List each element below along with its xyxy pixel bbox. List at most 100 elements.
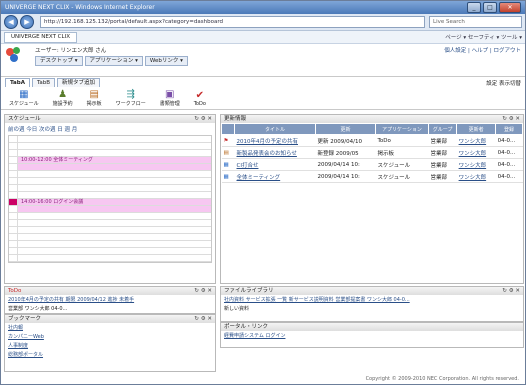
schedule-event[interactable]: 10:00-12:00 全体ミーティング <box>18 157 211 163</box>
app-label: ワークフロー <box>115 101 146 107</box>
app-label: ToDo <box>193 100 206 107</box>
menu-weblinks[interactable]: Webリンク ▾ <box>144 56 188 66</box>
calendar-icon: ▦ <box>221 158 235 171</box>
todo-panel: ToDo ↻ ⚙ ✕ 2010年4月の予定の共有 期限 2009/04/12 進捗… <box>4 286 216 314</box>
row-title-link[interactable]: CI打合せ <box>237 163 259 169</box>
user-link[interactable]: ワンシ大郎 <box>459 175 487 181</box>
browser-tab[interactable]: UNIVERGE NEXT CLIX <box>4 31 77 43</box>
bookmark-link[interactable]: 社内報 <box>5 323 215 332</box>
table-cell: 04-0... <box>495 170 523 183</box>
panel-tools[interactable]: ↻ ⚙ ✕ <box>502 115 523 123</box>
app-label: スケジュール <box>9 101 39 107</box>
tab-settings[interactable]: 設定 表示切替 <box>486 79 521 87</box>
todo-meta: 営業部 ワンシ大郎 04-0... <box>8 306 68 312</box>
table-row[interactable]: ▦ CI打合せ 2009/04/14 10: スケジュール 営業部 ワンシ大郎 … <box>221 158 523 171</box>
filelib-sub: 新しい資料 <box>224 306 250 312</box>
table-row[interactable]: ⚑ 2010年4月の予定の共有 更新 2009/04/10 ToDo 営業部 ワ… <box>221 134 523 147</box>
table-cell: 営業部 <box>428 146 457 159</box>
app-board[interactable]: ▤ 掲示板 <box>87 89 102 107</box>
column-header: グループ <box>428 123 458 135</box>
bookmark-link[interactable]: カンパニーWeb <box>5 332 215 341</box>
todo-icon: ✔ <box>195 89 204 101</box>
panel-tools[interactable]: ↻ ⚙ ✕ <box>194 287 215 295</box>
table-cell: 営業部 <box>428 158 457 171</box>
favorites-bar: UNIVERGE NEXT CLIX ページ ▾ セーフティ ▾ ツール ▾ <box>1 31 525 44</box>
tab-add[interactable]: 新規タブ追加 <box>57 78 101 87</box>
todo-item[interactable]: 2010年4月の予定の共有 期限 2009/04/12 進捗 未着手 <box>5 295 215 304</box>
address-bar-row: ◀ ▶ http://192.168.125.132/portal/defaul… <box>1 14 525 31</box>
app-todo[interactable]: ✔ ToDo <box>194 90 206 107</box>
column-header: 更新者 <box>456 123 497 135</box>
bookmark-link[interactable]: 総務部ポータル <box>5 350 215 359</box>
people-icon: ♟ <box>58 89 68 100</box>
table-cell: 営業部 <box>428 170 457 183</box>
column-header: タイトル <box>233 123 317 135</box>
minimize-button[interactable]: _ <box>467 2 481 13</box>
search-input[interactable]: Live Search <box>429 16 522 28</box>
user-link[interactable]: ワンシ大郎 <box>459 151 487 157</box>
forward-icon[interactable]: ▶ <box>20 15 34 29</box>
table-cell: ToDo <box>375 134 429 147</box>
user-link[interactable]: ワンシ大郎 <box>459 163 487 169</box>
column-header: アプリケーション <box>374 123 430 135</box>
folder-icon: ▣ <box>164 89 175 100</box>
table-row[interactable]: ▤ 新製品発表会のお知らせ 新登録 2009/05 掲示板 営業部 ワンシ大郎 … <box>221 146 523 159</box>
portal-links-panel: ポータル・リンク 経費申請システム ログイン <box>220 322 524 348</box>
top-links[interactable]: 個人設定 | ヘルプ | ログアウト <box>444 46 521 54</box>
board-icon: ▤ <box>221 146 235 159</box>
browser-tools[interactable]: ページ ▾ セーフティ ▾ ツール ▾ <box>445 33 522 41</box>
tab-a[interactable]: TabA <box>5 78 30 87</box>
schedule-event[interactable]: 14:00-16:00 ログイン会議 <box>18 199 211 205</box>
panel-tools[interactable]: ↻ ⚙ ✕ <box>194 115 215 123</box>
portal-links-title: ポータル・リンク <box>224 324 269 330</box>
tab-row: TabA TabB 新規タブ追加 設定 表示切替 <box>1 77 525 87</box>
schedule-title: スケジュール <box>8 116 41 122</box>
tab-b[interactable]: TabB <box>31 78 56 87</box>
panel-tools[interactable]: ↻ ⚙ ✕ <box>194 315 215 323</box>
app-icon-bar: ▦ スケジュール ♟ 施設予約 ▤ 掲示板 ⇶ ワークフロー ▣ 書類管理 ✔ … <box>1 87 525 110</box>
table-cell: スケジュール <box>375 170 429 183</box>
bookmark-link[interactable]: 人事制度 <box>5 341 215 350</box>
app-facility[interactable]: ♟ 施設予約 <box>53 89 73 107</box>
filelib-item[interactable]: 社内資料 サービス拡張 一覧 新サービス説明資料 営業部提案書 ワンシ大郎 04… <box>221 295 523 304</box>
title-bar: UNIVERGE NEXT CLIX - Windows Internet Ex… <box>1 1 525 14</box>
row-title-link[interactable]: 全体ミーティング <box>237 175 281 181</box>
maximize-button[interactable]: □ <box>483 2 497 13</box>
table-cell: 04-0... <box>495 146 523 159</box>
panel-tools[interactable]: ↻ ⚙ ✕ <box>502 287 523 295</box>
schedule-panel: スケジュール ↻ ⚙ ✕ 前の週 今日 次の週 日 週 月 10:00-12:00… <box>4 114 216 284</box>
table-cell: 営業部 <box>428 134 457 147</box>
close-button[interactable]: ✕ <box>499 2 521 13</box>
menu-applications[interactable]: アプリケーション ▾ <box>84 56 143 66</box>
menu-desktop[interactable]: デスクトップ ▾ <box>35 56 83 66</box>
table-row[interactable]: ▦ 全体ミーティング 2009/04/14 10: スケジュール 営業部 ワンシ… <box>221 170 523 183</box>
table-cell: 2009/04/14 10: <box>315 170 376 183</box>
app-docs[interactable]: ▣ 書類管理 <box>160 89 180 107</box>
back-icon[interactable]: ◀ <box>4 15 18 29</box>
logo <box>5 46 27 64</box>
portal-link[interactable]: 経費申請システム ログイン <box>221 331 523 340</box>
calendar-icon: ▦ <box>19 89 29 100</box>
browser-window: UNIVERGE NEXT CLIX - Windows Internet Ex… <box>0 0 526 385</box>
updates-table: タイトル 更新 アプリケーション グループ 更新者 登録 ⚑ 2010年4月の予… <box>221 123 523 183</box>
user-link[interactable]: ワンシ大郎 <box>459 139 487 145</box>
window-title: UNIVERGE NEXT CLIX - Windows Internet Ex… <box>5 4 155 11</box>
app-schedule[interactable]: ▦ スケジュール <box>9 89 39 107</box>
table-cell: 04-0... <box>495 158 523 171</box>
row-title-link[interactable]: 新製品発表会のお知らせ <box>237 151 297 157</box>
row-title-link[interactable]: 2010年4月の予定の共有 <box>237 139 299 145</box>
flag-icon: ⚑ <box>221 134 235 147</box>
user-name: ユーザー: リンエン大郎 さん <box>35 48 107 54</box>
app-workflow[interactable]: ⇶ ワークフロー <box>116 89 146 107</box>
address-input[interactable]: http://192.168.125.132/portal/default.as… <box>40 16 425 28</box>
column-header: 更新 <box>315 123 376 135</box>
table-cell: 掲示板 <box>375 146 429 159</box>
todo-title: ToDo <box>8 288 22 294</box>
portal-content: スケジュール ↻ ⚙ ✕ 前の週 今日 次の週 日 週 月 10:00-12:00… <box>4 114 524 376</box>
filelib-title: ファイルライブラリ <box>224 288 274 294</box>
schedule-nav[interactable]: 前の週 今日 次の週 日 週 月 <box>5 123 215 135</box>
column-header <box>221 123 235 135</box>
table-cell: 新登録 2009/05 <box>315 146 376 159</box>
updates-title: 更新情報 <box>224 116 247 122</box>
app-label: 施設予約 <box>52 101 73 107</box>
